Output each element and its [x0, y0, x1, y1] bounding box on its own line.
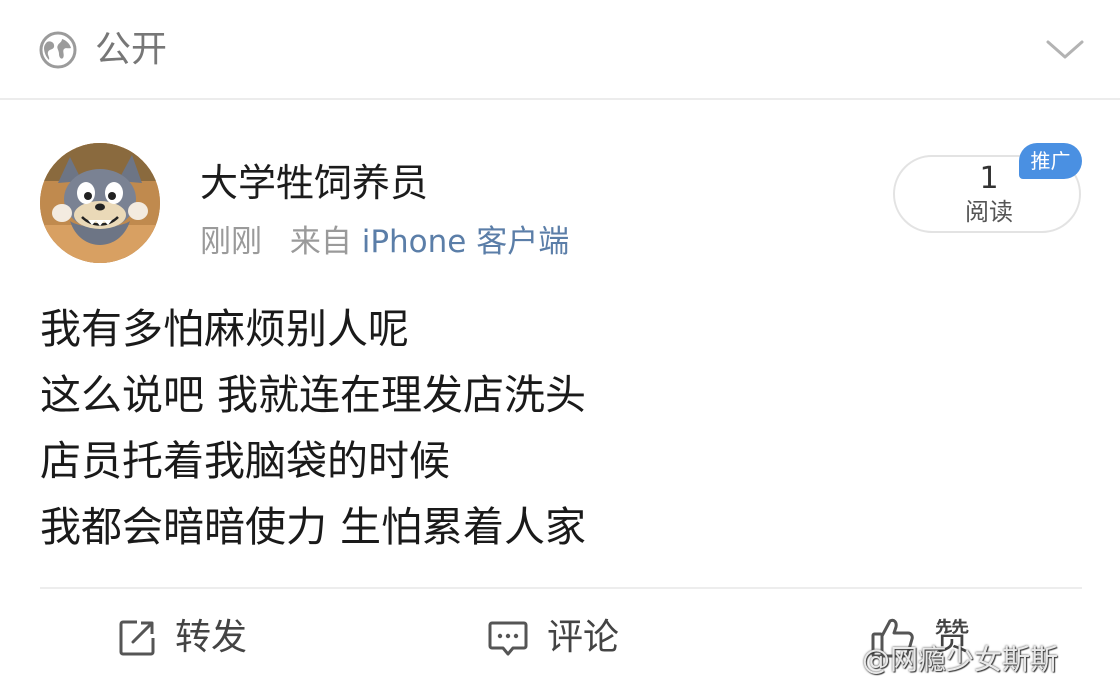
post-body: 我有多怕麻烦别人呢 这么说吧 我就连在理发店洗头 店员托着我脑袋的时候 我都会暗… [40, 296, 586, 560]
visibility-label: 公开 [95, 29, 168, 70]
post-line: 这么说吧 我就连在理发店洗头 [40, 371, 587, 419]
source-app-link[interactable]: iPhone 客户端 [362, 224, 570, 260]
post-meta: 刚刚 来自 iPhone 客户端 [200, 220, 569, 264]
username[interactable]: 大学牲饲养员 [200, 157, 428, 209]
divider [40, 587, 1082, 589]
comment-button[interactable]: 评论 [487, 608, 619, 668]
globe-icon [38, 30, 78, 70]
post-line: 我有多怕麻烦别人呢 [40, 305, 409, 353]
promo-badge[interactable]: 推广 [1019, 143, 1082, 179]
chevron-down-icon[interactable] [1045, 34, 1085, 64]
share-icon [117, 618, 157, 658]
comment-icon [487, 618, 529, 658]
post-time: 刚刚 [200, 224, 262, 260]
repost-label: 转发 [175, 617, 248, 658]
read-label: 阅读 [965, 198, 1013, 226]
visibility-bar[interactable]: 公开 [0, 0, 1120, 100]
comment-label: 评论 [547, 617, 620, 658]
watermark: @网瘾少女斯斯 [862, 643, 1059, 676]
post-line: 我都会暗暗使力 生怕累着人家 [40, 503, 587, 551]
source-prefix: 来自 [289, 224, 352, 260]
repost-button[interactable]: 转发 [117, 608, 247, 668]
avatar[interactable] [40, 143, 160, 263]
post-line: 店员托着我脑袋的时候 [40, 437, 450, 485]
